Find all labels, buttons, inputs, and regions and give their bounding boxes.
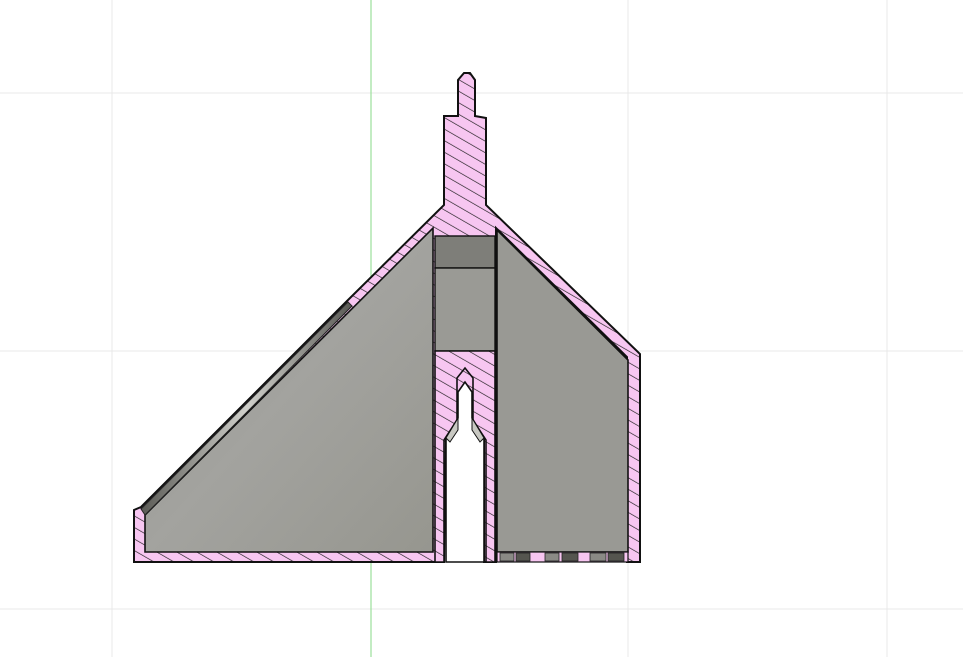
left-cavity-body <box>144 226 434 553</box>
cad-viewport[interactable] <box>0 0 963 657</box>
viewport-canvas[interactable] <box>0 0 963 657</box>
center-slot-body <box>434 267 496 352</box>
bottom-rib-strip <box>496 551 629 563</box>
section-part[interactable] <box>133 72 641 563</box>
center-slot-top <box>434 235 496 269</box>
